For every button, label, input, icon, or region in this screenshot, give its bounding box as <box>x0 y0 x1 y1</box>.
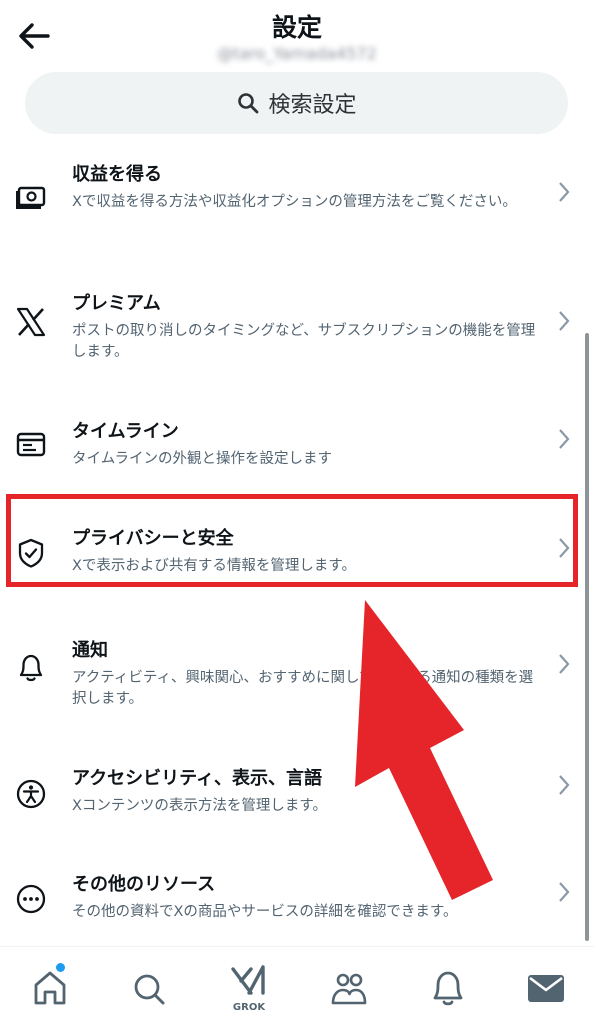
chevron-right-icon <box>559 882 570 902</box>
more-circle-icon <box>16 884 46 914</box>
item-description: アクティビティ、興味関心、おすすめに関して受け取る通知の種類を選択します。 <box>72 670 534 707</box>
bell-icon <box>19 654 43 682</box>
item-title: 収益を得る <box>72 164 162 185</box>
item-title: 通知 <box>72 640 108 661</box>
communities-icon[interactable] <box>327 963 371 1013</box>
settings-item-accessibility[interactable]: アクセシビリティ、表示、言語 Xコンテンツの表示方法を管理します。 <box>0 764 594 874</box>
monetization-icon <box>16 186 46 209</box>
bottom-tab-bar: GROK <box>0 946 594 1025</box>
chevron-right-icon <box>559 775 570 795</box>
item-description: Xで収益を得る方法や収益化オプションの管理方法をご覧ください。 <box>72 194 517 210</box>
item-description: タイムラインの外観と操作を設定します <box>72 451 332 467</box>
settings-item-notifications[interactable]: 通知 アクティビティ、興味関心、おすすめに関して受け取る通知の種類を選択します。 <box>0 636 594 746</box>
search-placeholder: 検索設定 <box>268 93 357 118</box>
item-description: その他の資料でXの商品やサービスの詳細を確認できます。 <box>72 904 458 920</box>
search-icon[interactable] <box>127 963 171 1013</box>
settings-item-monetization[interactable]: 収益を得る Xで収益を得る方法や収益化オプションの管理方法をご覧ください。 <box>0 160 594 270</box>
grok-label: GROK <box>232 1002 266 1013</box>
home-icon[interactable] <box>28 963 72 1013</box>
account-handle: @taro_Yamada4572 <box>217 44 377 63</box>
chevron-right-icon <box>559 429 570 449</box>
x-logo-icon <box>16 307 46 337</box>
item-description: Xで表示および共有する情報を管理します。 <box>72 558 356 574</box>
search-settings-input[interactable]: 検索設定 <box>25 72 568 134</box>
item-description: Xコンテンツの表示方法を管理します。 <box>72 798 327 814</box>
settings-item-timeline[interactable]: タイムライン タイムラインの外観と操作を設定します <box>0 417 594 527</box>
chevron-right-icon <box>559 182 570 202</box>
item-title: タイムライン <box>72 421 179 442</box>
item-title: プライバシーと安全 <box>72 528 234 549</box>
header: 設定 @taro_Yamada4572 検索設定 <box>0 0 594 150</box>
timeline-icon <box>16 432 46 457</box>
item-title: その他のリソース <box>72 874 216 895</box>
accessibility-icon <box>16 779 46 809</box>
page-title: 設定 <box>271 13 322 42</box>
grok-icon <box>231 965 265 995</box>
grok-tab[interactable]: GROK <box>227 963 271 1013</box>
shield-icon <box>18 538 44 568</box>
settings-item-privacy-and-safety[interactable]: プライバシーと安全 Xで表示および共有する情報を管理します。 <box>0 524 594 634</box>
item-description: ポストの取り消しのタイミングなど、サブスクリプションの機能を管理します。 <box>72 323 536 360</box>
chevron-right-icon <box>559 311 570 331</box>
settings-item-premium[interactable]: プレミアム ポストの取り消しのタイミングなど、サブスクリプションの機能を管理しま… <box>0 289 594 399</box>
item-title: プレミアム <box>72 293 161 314</box>
item-title: アクセシビリティ、表示、言語 <box>72 768 323 789</box>
search-icon <box>238 93 259 114</box>
chevron-right-icon <box>559 654 570 674</box>
notification-dot <box>56 963 65 972</box>
notifications-icon[interactable] <box>426 963 470 1013</box>
scrollbar[interactable] <box>585 333 589 941</box>
messages-icon[interactable] <box>524 963 568 1013</box>
chevron-right-icon <box>559 538 570 558</box>
